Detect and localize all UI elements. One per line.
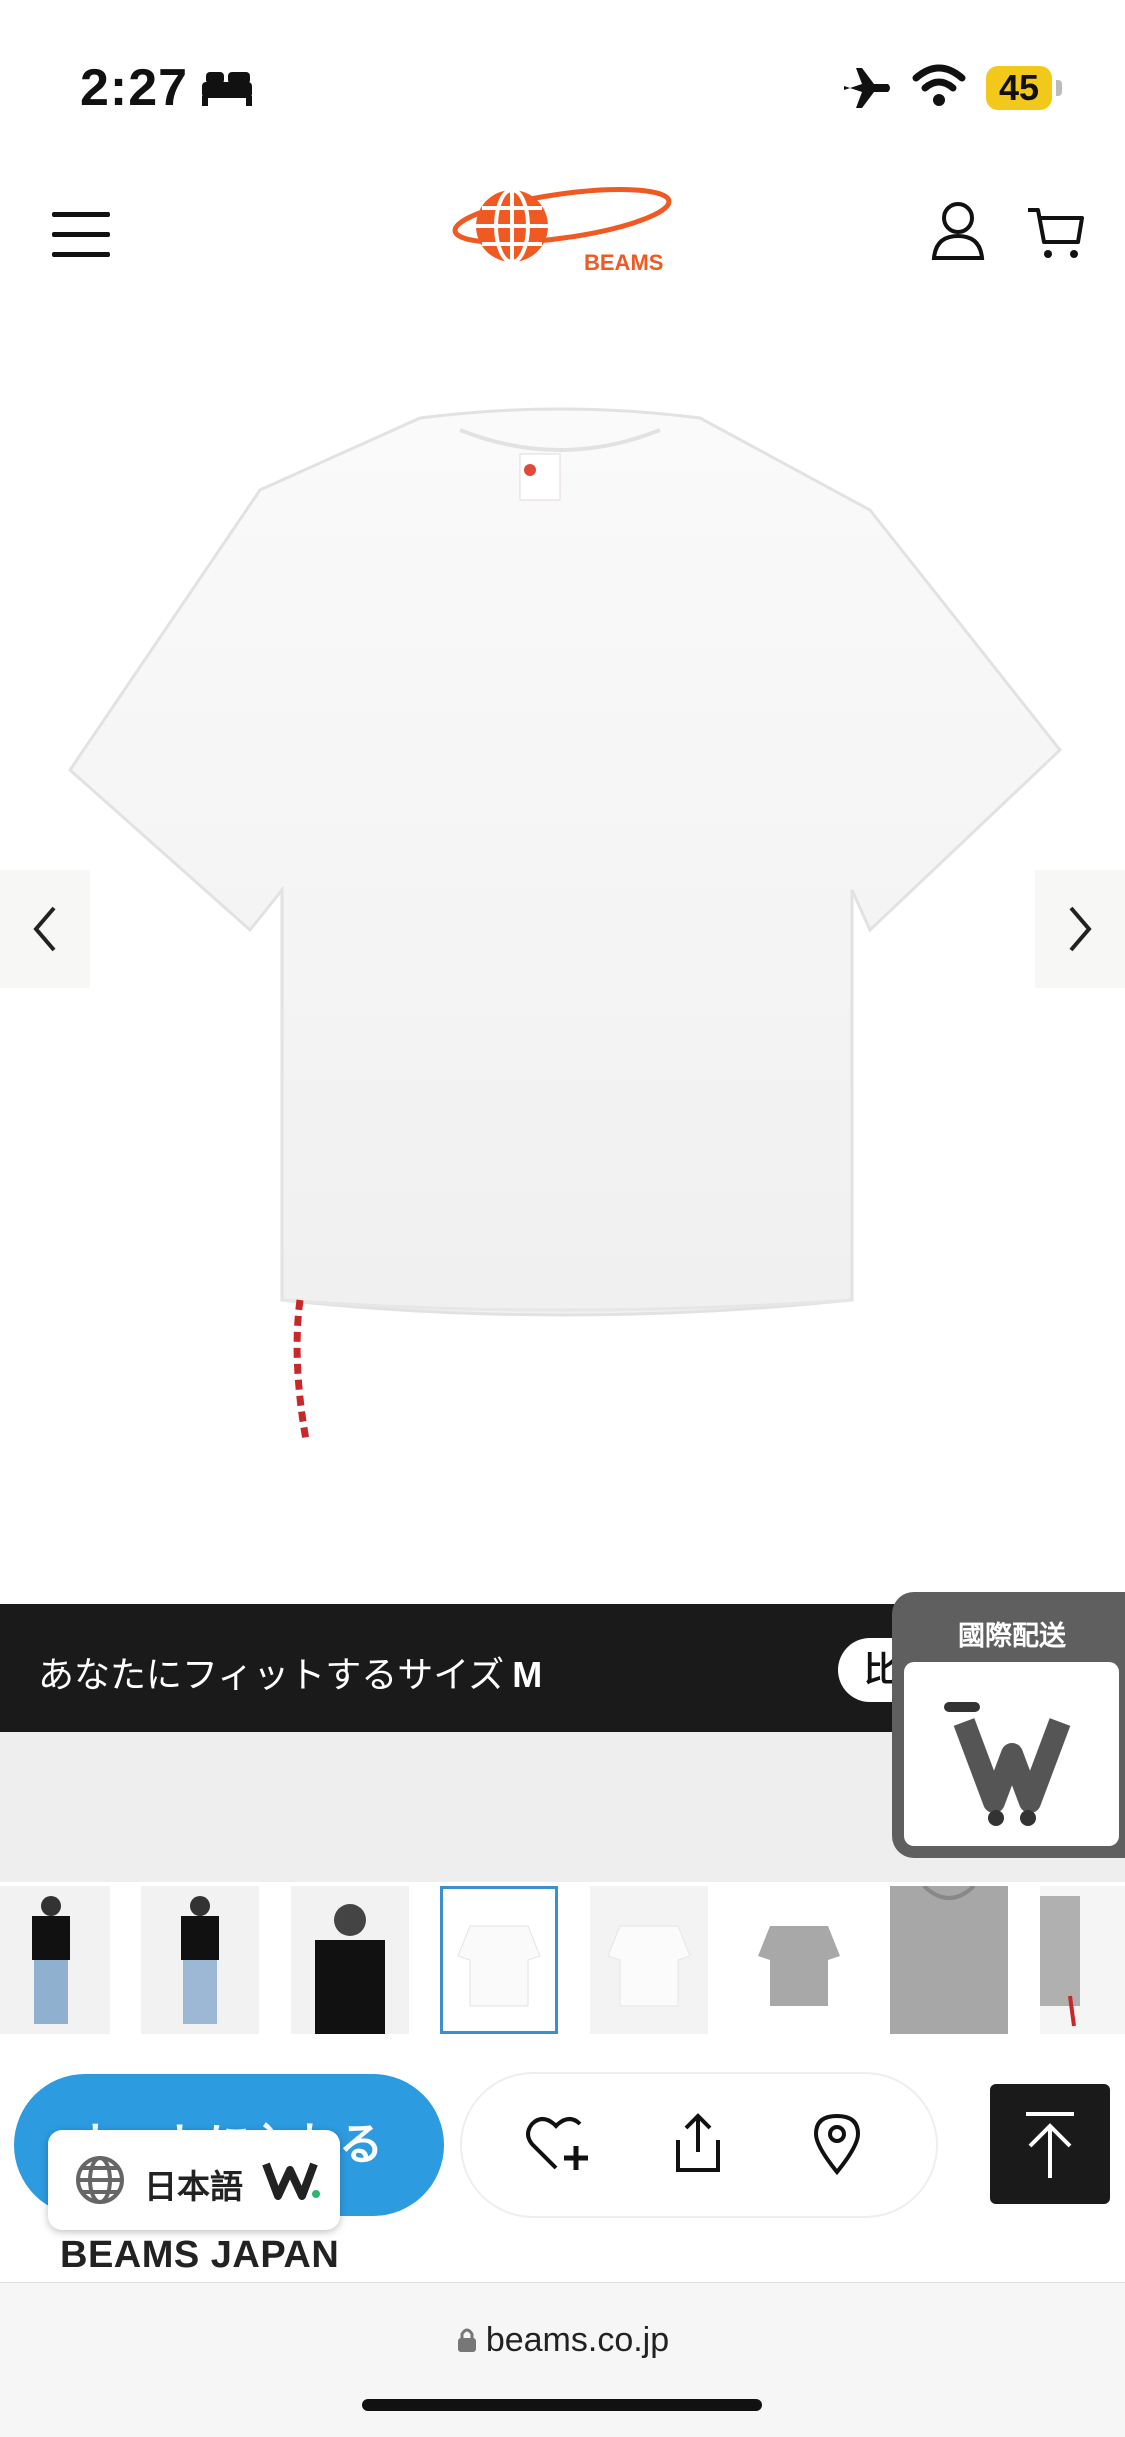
thumbnail-strip	[0, 1882, 1125, 2034]
thumbnail[interactable]	[590, 1886, 708, 2034]
browser-address-bar[interactable]: beams.co.jp	[0, 2282, 1125, 2437]
store-location-icon[interactable]	[812, 2112, 862, 2176]
language-selector[interactable]: 日本語	[48, 2130, 340, 2230]
thumbnail[interactable]	[291, 1886, 409, 2034]
worldshopping-logo-icon	[262, 2162, 320, 2200]
logo-text: BEAMS	[584, 250, 663, 275]
language-label: 日本語	[144, 2168, 243, 2205]
arrow-up-icon	[1026, 2112, 1074, 2178]
beams-logo[interactable]: BEAMS	[452, 180, 674, 280]
wifi-icon	[912, 64, 966, 106]
thumbnail-active[interactable]	[440, 1886, 558, 2034]
international-shipping-widget[interactable]: 國際配送	[892, 1592, 1125, 1858]
thumbnail[interactable]	[1040, 1886, 1125, 2034]
status-bar: 2:27 45	[0, 0, 1125, 160]
worldshopping-cart-icon	[944, 1702, 1071, 1826]
home-indicator	[362, 2399, 762, 2411]
chevron-left-icon	[33, 906, 56, 952]
thumbnail[interactable]	[0, 1886, 110, 2034]
battery-level: 45	[986, 66, 1052, 110]
airplane-mode-icon	[844, 68, 890, 108]
globe-icon	[76, 2156, 124, 2204]
fit-text: あなたにフィットするサイズ M	[38, 1646, 542, 1698]
url-display[interactable]: beams.co.jp	[0, 2321, 1125, 2360]
fit-message: あなたにフィットするサイズ	[38, 1654, 505, 1695]
lock-icon	[457, 2328, 476, 2352]
carousel-prev-button[interactable]	[0, 870, 90, 988]
account-icon[interactable]	[930, 200, 986, 262]
url-text: beams.co.jp	[485, 2321, 670, 2359]
scroll-to-top-button[interactable]	[990, 2084, 1110, 2204]
site-header: BEAMS	[0, 160, 1125, 310]
status-time: 2:27	[80, 59, 189, 117]
intl-shipping-title: 國際配送	[958, 1621, 1066, 1651]
share-icon[interactable]	[668, 2112, 728, 2176]
product-image[interactable]	[0, 330, 1125, 1600]
chevron-right-icon	[1069, 906, 1092, 952]
sleep-focus-icon	[202, 72, 252, 106]
battery-cap	[1056, 80, 1062, 96]
thumbnail[interactable]	[141, 1886, 259, 2034]
intl-shipping-card[interactable]	[904, 1662, 1119, 1846]
carousel-next-button[interactable]	[1035, 870, 1125, 988]
thumbnail[interactable]	[740, 1886, 858, 2034]
fit-size: M	[512, 1654, 543, 1695]
hamburger-menu-icon[interactable]	[52, 212, 114, 258]
white-tshirt-image	[68, 407, 1063, 1441]
brand-name[interactable]: BEAMS JAPAN	[60, 2234, 339, 2277]
cart-icon[interactable]	[1026, 204, 1086, 264]
thumbnail[interactable]	[890, 1886, 1008, 2034]
favorite-add-icon[interactable]	[524, 2112, 594, 2176]
action-icons-pill	[462, 2074, 936, 2216]
